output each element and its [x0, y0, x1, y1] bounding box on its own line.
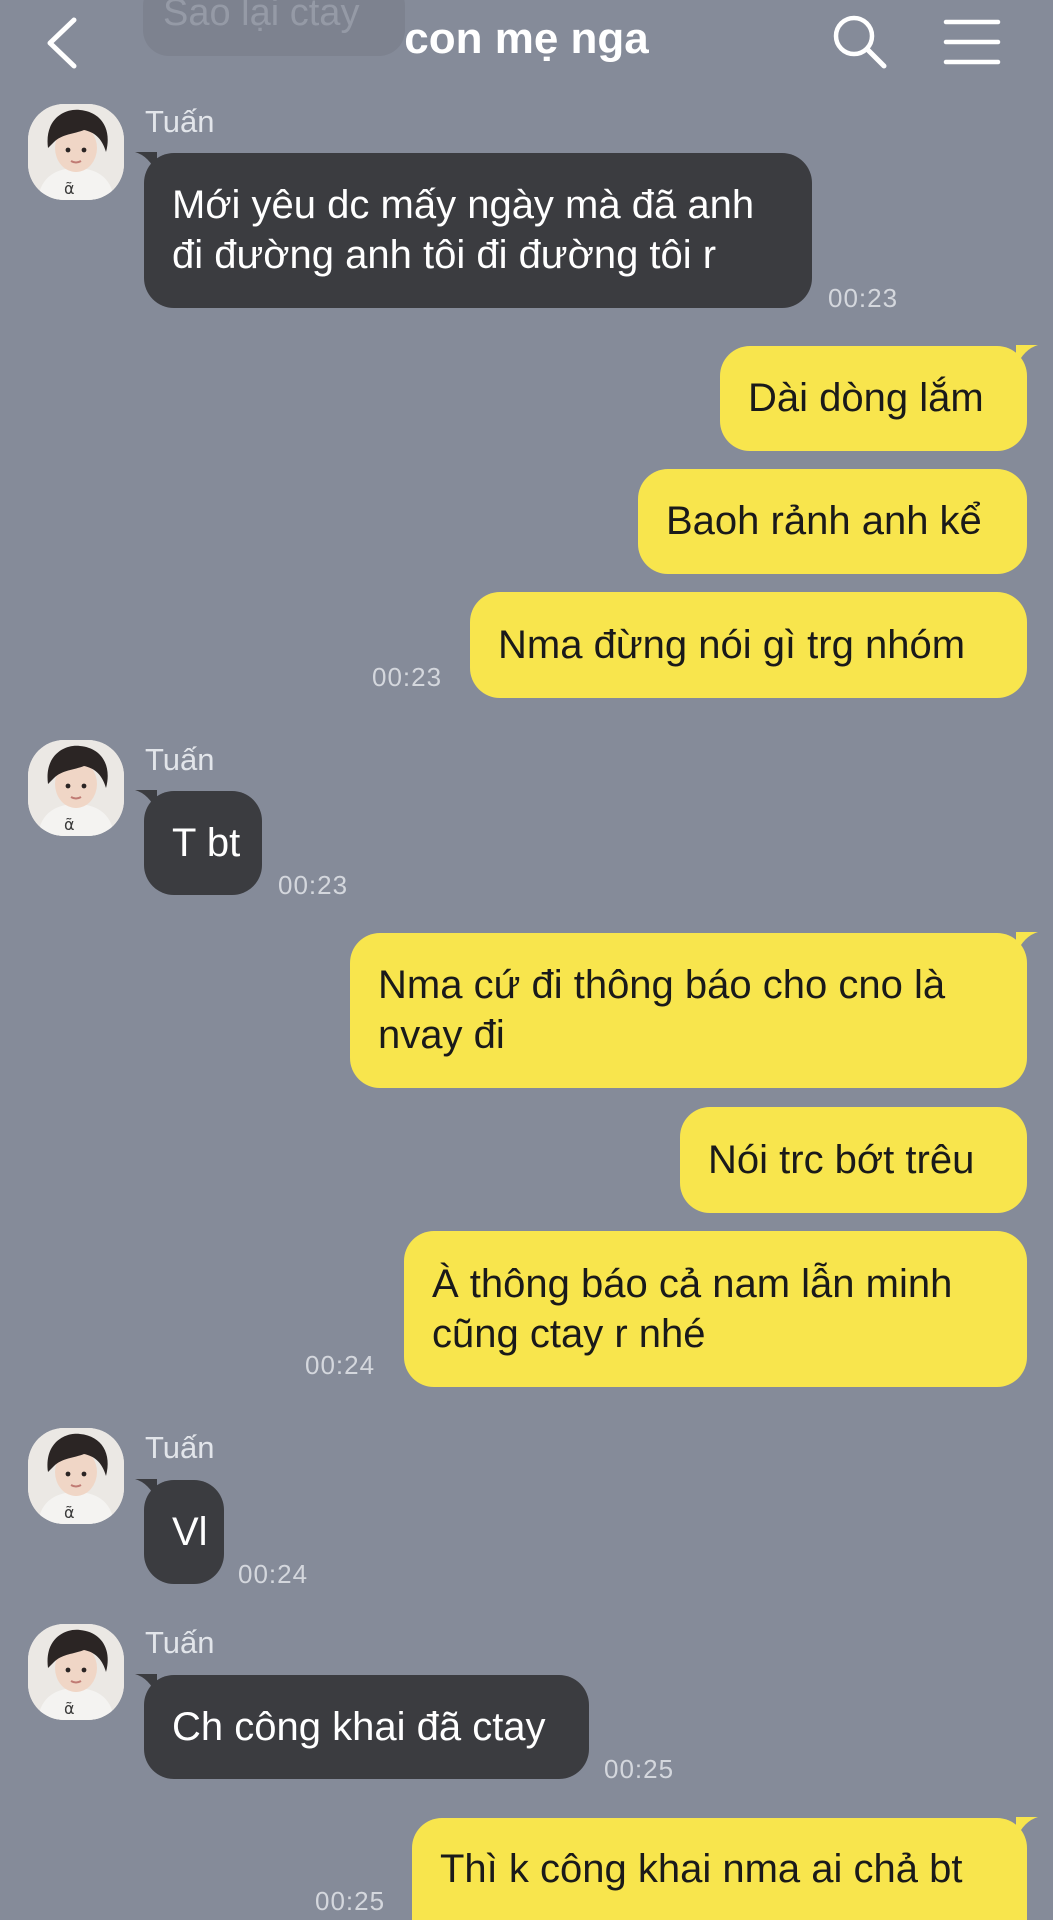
outgoing-message-bubble[interactable]: Dài dòng lắm: [720, 345, 1038, 451]
previous-message-bubble: Sao lại ctay: [143, 0, 405, 56]
incoming-message-bubble[interactable]: Ch công khai đã ctay: [135, 1674, 589, 1779]
outgoing-message-bubble[interactable]: Nói trc bớt trêu: [680, 1107, 1027, 1213]
message-text-line: Vl: [172, 1510, 208, 1554]
back-button[interactable]: [38, 14, 88, 72]
message-text-line: Ch công khai đã ctay: [172, 1705, 546, 1749]
message-text-line: nvay đi: [378, 1013, 505, 1057]
message-text-line: đi đường anh tôi đi đường tôi r: [172, 233, 717, 277]
avatar-photo: [28, 740, 124, 836]
message-time: 00:24: [238, 1559, 309, 1589]
contact-avatar[interactable]: [28, 740, 124, 836]
message-text-line: T bt: [172, 821, 241, 865]
previous-message-text: Sao lại ctay: [163, 0, 360, 34]
avatar-photo: [28, 104, 124, 200]
contact-avatar[interactable]: [28, 104, 124, 200]
outgoing-message-bubble[interactable]: Nma cứ đi thông báo cho cno là nvay đi: [350, 932, 1038, 1088]
message-time: 00:25: [315, 1886, 386, 1916]
message-time: 00:23: [828, 283, 899, 313]
message-text-line: Dài dòng lắm: [748, 376, 984, 420]
contact-avatar[interactable]: [28, 1428, 124, 1524]
menu-button[interactable]: [942, 16, 1002, 68]
bubble-tail: [135, 1674, 157, 1696]
sender-name: Tuấn: [145, 104, 215, 139]
bubble-tail: [1016, 932, 1038, 954]
avatar-photo: [28, 1624, 124, 1720]
message-time: 00:23: [278, 870, 349, 900]
outgoing-message-bubble[interactable]: À thông báo cả nam lẫn minh cũng ctay r …: [404, 1231, 1027, 1387]
message-text-line: Thì k công khai nma ai chả bt: [440, 1847, 963, 1891]
bubble-tail: [135, 1479, 157, 1501]
bubble-tail: [1016, 1817, 1038, 1839]
chevron-left-icon: [47, 17, 77, 69]
sender-name: Tuấn: [145, 1625, 215, 1660]
search-button[interactable]: [830, 12, 890, 72]
sender-name: Tuấn: [145, 742, 215, 777]
bubble-tail: [135, 790, 157, 812]
message-text-line: À thông báo cả nam lẫn minh: [432, 1262, 953, 1306]
hamburger-menu-icon: [943, 19, 1001, 65]
message-text-line: Mới yêu dc mấy ngày mà đã anh: [172, 183, 755, 227]
contact-avatar[interactable]: [28, 1624, 124, 1720]
outgoing-message-bubble[interactable]: Thì k công khai nma ai chả bt: [412, 1817, 1038, 1920]
message-time: 00:23: [372, 662, 443, 692]
sender-name: Tuấn: [145, 1430, 215, 1465]
incoming-message-bubble[interactable]: Mới yêu dc mấy ngày mà đã anh đi đường a…: [135, 152, 812, 308]
outgoing-message-bubble[interactable]: Nma đừng nói gì trg nhóm: [470, 592, 1027, 698]
message-text-line: Nói trc bớt trêu: [708, 1138, 975, 1182]
outgoing-message-bubble[interactable]: Baoh rảnh anh kể: [638, 469, 1027, 574]
message-text-line: Nma cứ đi thông báo cho cno là: [378, 963, 946, 1007]
bubble-tail: [135, 152, 157, 174]
incoming-message-bubble[interactable]: T bt: [135, 790, 262, 895]
message-text-line: cũng ctay r nhé: [432, 1312, 706, 1356]
chat-header: Sao lại ctay con mẹ nga: [0, 0, 1053, 88]
message-time: 00:25: [604, 1754, 675, 1784]
message-text-line: Baoh rảnh anh kể: [666, 499, 982, 543]
search-icon: [833, 15, 887, 69]
avatar-photo: [28, 1428, 124, 1524]
incoming-message-bubble[interactable]: Vl: [135, 1479, 224, 1584]
message-time: 00:24: [305, 1350, 376, 1380]
bubble-tail: [1016, 345, 1038, 367]
message-text-line: Nma đừng nói gì trg nhóm: [498, 623, 966, 667]
chat-screen: Sao lại ctay con mẹ nga Tuấn Mới yêu dc …: [0, 0, 1053, 1920]
